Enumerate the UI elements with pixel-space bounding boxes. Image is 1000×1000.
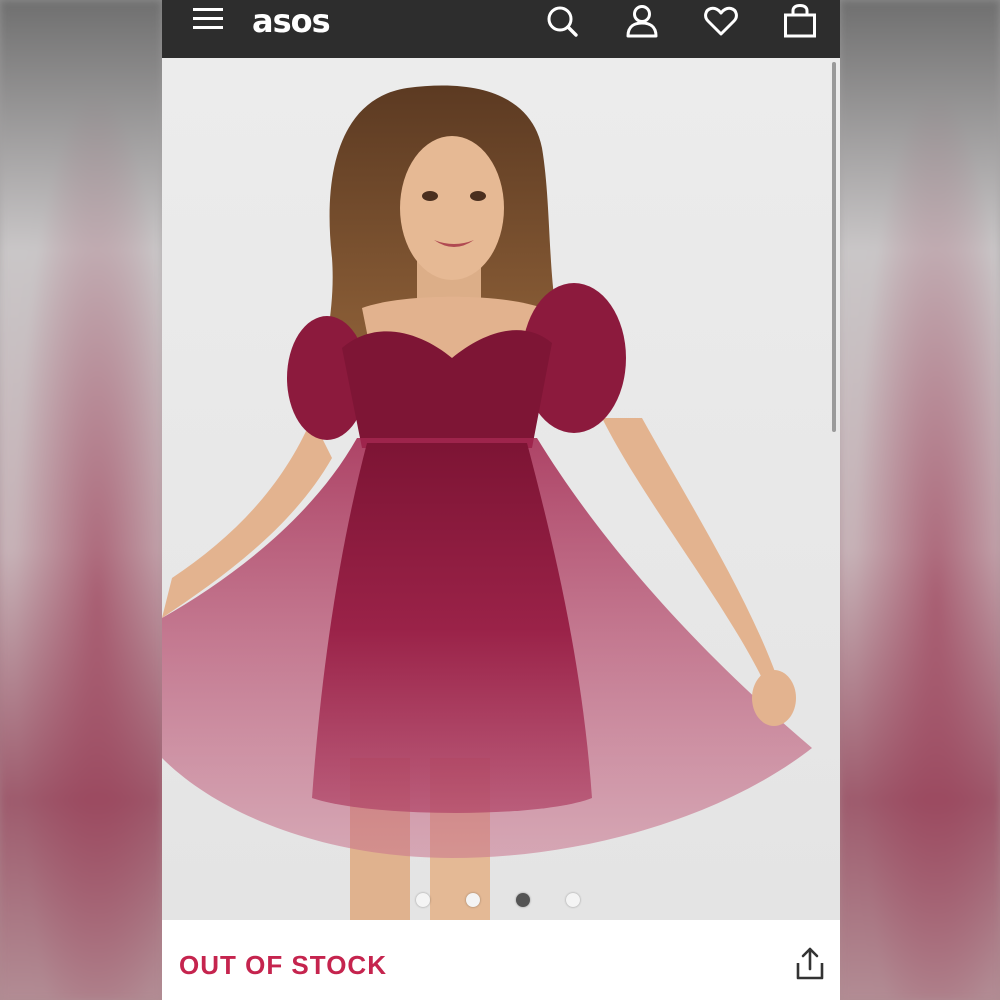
wishlist-button[interactable] [699,0,743,43]
search-icon [547,6,578,37]
carousel-indicator [416,893,580,907]
share-button[interactable] [788,942,832,986]
account-icon [626,5,658,38]
carousel-dot[interactable] [466,893,480,907]
search-button[interactable] [540,0,584,43]
account-button[interactable] [620,0,664,43]
menu-button[interactable] [186,0,230,40]
scrollbar[interactable] [832,62,836,432]
product-photo [162,85,812,920]
stock-status: OUT OF STOCK [179,950,387,980]
carousel-dot[interactable] [566,893,580,907]
top-navigation-bar: asos [162,0,840,58]
carousel-dot-active[interactable] [516,893,530,907]
asos-logo[interactable]: asos [252,2,331,40]
bag-button[interactable] [778,0,822,43]
background-blur-left [0,0,162,1000]
background-blur-right [840,0,1000,1000]
carousel-dot[interactable] [416,893,430,907]
product-image[interactable] [162,58,840,920]
face [400,136,504,280]
wishlist-icon [704,6,738,36]
bag-icon [784,4,816,38]
share-icon [796,947,824,980]
app-screen: asos OUT OF STOCK [162,0,840,1000]
product-info-bar: OUT OF STOCK [162,920,840,1000]
menu-icon [193,8,223,29]
